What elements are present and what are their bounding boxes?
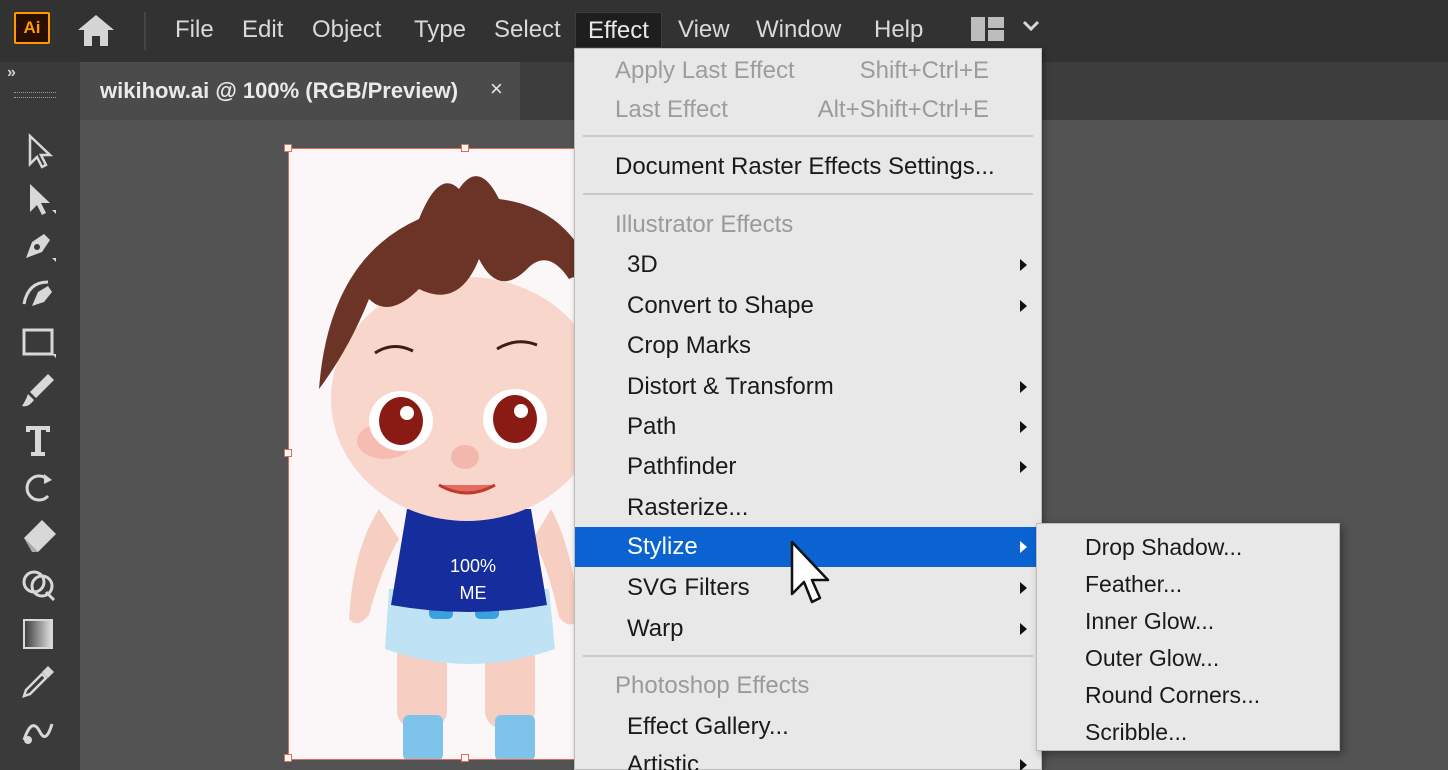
collapse-panel-icon[interactable]: »	[7, 64, 16, 82]
close-icon[interactable]: ×	[490, 76, 503, 102]
submenu-item-outer-glow[interactable]: Outer Glow...	[1085, 643, 1219, 673]
stylize-submenu: Drop Shadow... Feather... Inner Glow... …	[1036, 523, 1340, 751]
menu-file[interactable]: File	[175, 14, 214, 46]
menu-divider	[583, 655, 1033, 657]
shape-builder-tool-icon[interactable]	[12, 562, 64, 606]
shirt-text-line2: ME	[460, 583, 487, 603]
blend-tool-icon[interactable]	[12, 708, 64, 752]
menu-item-document-raster-effects-settings[interactable]: Document Raster Effects Settings...	[575, 147, 1041, 187]
paintbrush-tool-icon[interactable]	[12, 368, 64, 412]
eyedropper-tool-icon[interactable]	[12, 660, 64, 704]
curvature-tool-icon[interactable]	[12, 272, 64, 316]
submenu-item-scribble[interactable]: Scribble...	[1085, 717, 1187, 747]
panel-grip[interactable]	[14, 92, 56, 98]
direct-selection-tool-icon[interactable]	[12, 176, 64, 220]
menu-item-artistic[interactable]: Artistic	[575, 745, 1041, 770]
submenu-arrow-icon	[1020, 381, 1027, 393]
menu-item-pathfinder[interactable]: Pathfinder	[575, 447, 1041, 487]
eraser-tool-icon[interactable]	[12, 514, 64, 558]
menubar-separator	[144, 12, 146, 50]
artboard[interactable]: 100% ME	[288, 148, 608, 760]
shortcut-label: Shift+Ctrl+E	[859, 57, 989, 84]
menu-divider	[583, 193, 1033, 195]
pen-tool-icon[interactable]	[12, 224, 64, 268]
menu-item-convert-to-shape[interactable]: Convert to Shape	[575, 286, 1041, 326]
menu-item-last-effect: Last Effect Alt+Shift+Ctrl+E	[575, 90, 1041, 130]
submenu-arrow-icon	[1020, 461, 1027, 473]
menu-item-rasterize[interactable]: Rasterize...	[575, 488, 1041, 528]
selection-handle[interactable]	[461, 754, 469, 762]
rotate-tool-icon[interactable]	[12, 466, 64, 510]
menu-help[interactable]: Help	[874, 14, 923, 46]
mouse-cursor-icon	[788, 540, 836, 608]
illustrator-logo: Ai	[14, 12, 50, 44]
selection-tool-icon[interactable]	[12, 128, 64, 172]
effect-menu-dropdown: Apply Last Effect Shift+Ctrl+E Last Effe…	[574, 48, 1042, 770]
submenu-item-round-corners[interactable]: Round Corners...	[1085, 680, 1260, 710]
menu-item-apply-last-effect: Apply Last Effect Shift+Ctrl+E	[575, 51, 1041, 91]
submenu-arrow-icon	[1020, 259, 1027, 271]
menu-select[interactable]: Select	[494, 14, 561, 46]
menu-edit[interactable]: Edit	[242, 14, 283, 46]
submenu-arrow-icon	[1020, 623, 1027, 635]
menu-type[interactable]: Type	[414, 14, 466, 46]
selection-handle[interactable]	[284, 449, 292, 457]
submenu-arrow-icon	[1020, 300, 1027, 312]
gradient-tool-icon[interactable]	[12, 612, 64, 656]
menu-divider	[583, 135, 1033, 137]
menu-section-illustrator-effects: Illustrator Effects	[615, 211, 794, 238]
shortcut-label: Alt+Shift+Ctrl+E	[817, 96, 989, 123]
selection-handle[interactable]	[284, 144, 292, 152]
submenu-item-feather[interactable]: Feather...	[1085, 569, 1182, 599]
document-title[interactable]: wikihow.ai @ 100% (RGB/Preview)	[100, 78, 458, 104]
menu-item-3d[interactable]: 3D	[575, 245, 1041, 285]
menu-object[interactable]: Object	[312, 14, 381, 46]
menu-item-crop-marks[interactable]: Crop Marks	[575, 326, 1041, 366]
rectangle-tool-icon[interactable]	[12, 320, 64, 364]
type-tool-icon[interactable]	[12, 418, 64, 462]
submenu-arrow-icon	[1020, 421, 1027, 433]
shirt-text-line1: 100%	[450, 556, 496, 576]
menu-section-photoshop-effects: Photoshop Effects	[615, 672, 810, 699]
menu-effect[interactable]: Effect	[575, 12, 662, 48]
menu-item-path[interactable]: Path	[575, 407, 1041, 447]
selection-handle[interactable]	[284, 754, 292, 762]
submenu-arrow-icon	[1020, 582, 1027, 594]
selection-handle[interactable]	[461, 144, 469, 152]
workspace-switcher-icon[interactable]	[970, 15, 1006, 43]
menu-view[interactable]: View	[678, 14, 730, 46]
menu-item-distort-transform[interactable]: Distort & Transform	[575, 367, 1041, 407]
submenu-item-inner-glow[interactable]: Inner Glow...	[1085, 606, 1214, 636]
submenu-item-drop-shadow[interactable]: Drop Shadow...	[1085, 532, 1242, 562]
menu-item-effect-gallery[interactable]: Effect Gallery...	[575, 707, 1041, 747]
submenu-arrow-icon	[1020, 759, 1027, 770]
menu-item-warp[interactable]: Warp	[575, 609, 1041, 649]
chevron-down-icon[interactable]	[1020, 18, 1042, 34]
menu-window[interactable]: Window	[756, 14, 841, 46]
submenu-arrow-icon	[1020, 541, 1027, 553]
home-icon[interactable]	[72, 10, 120, 50]
cartoon-baby-illustration[interactable]: 100% ME	[289, 149, 608, 760]
